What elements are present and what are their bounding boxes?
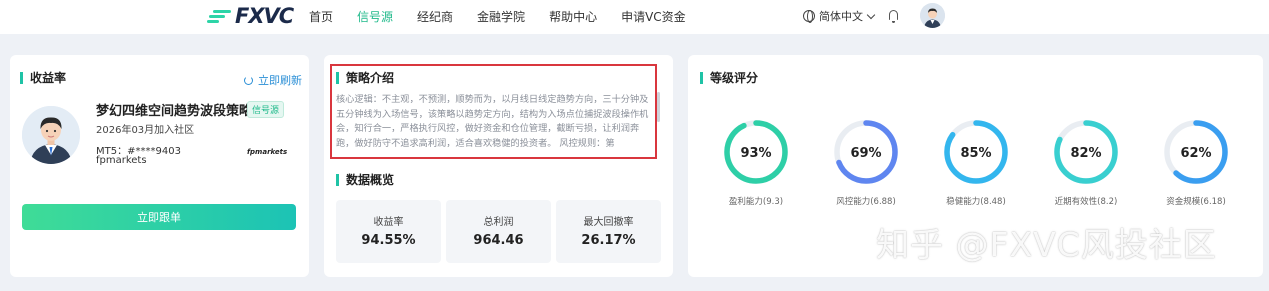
stat-value: 94.55% (361, 233, 416, 248)
ring-value: 82% (1070, 146, 1101, 161)
logo-mark-icon (207, 8, 233, 24)
join-date: 2026年03月加入社区 (96, 125, 195, 136)
broker-logo: fpmarkets (247, 148, 288, 156)
brand-name: FXVC (235, 4, 294, 28)
stat-max-drawdown: 最大回撤率 26.17% (556, 200, 661, 263)
bell-icon[interactable] (889, 10, 898, 23)
nav-item-help[interactable]: 帮助中心 (549, 8, 597, 25)
ring-label: 风控能力(6.88) (836, 197, 896, 207)
broker-name: fpmarkets (96, 155, 147, 166)
rating-ring: 69% (834, 120, 898, 184)
top-bar: FXVC 首页 信号源 经纪商 金融学院 帮助中心 申请VC资金 简体中文 (0, 0, 1269, 34)
language-selector[interactable]: 简体中文 (803, 8, 876, 24)
ring-value: 69% (850, 146, 881, 161)
stat-value: 964.46 (473, 233, 524, 248)
rating-ring: 82% (1054, 120, 1118, 184)
signal-badge: 信号源 (247, 101, 285, 118)
ring-value: 85% (960, 146, 991, 161)
strategy-avatar (22, 106, 80, 164)
globe-icon (803, 10, 815, 23)
rating-ring: 62% (1164, 120, 1228, 184)
stat-label: 最大回撤率 (583, 217, 634, 228)
rating-ring: 85% (944, 120, 1008, 184)
refresh-icon (244, 75, 253, 85)
watermark: 知乎 @FXVC风投社区 (876, 225, 1217, 264)
refresh-button[interactable]: 立即刷新 (244, 72, 302, 88)
follow-button[interactable]: 立即跟单 (22, 204, 296, 230)
ring-value: 62% (1180, 146, 1211, 161)
intro-text: 核心逻辑：不主观，不预测，顺势而为，以月线日线定趋势方向，三十分钟及五分钟线为入… (336, 94, 649, 149)
logo[interactable]: FXVC (207, 4, 294, 28)
chevron-down-icon (866, 10, 876, 19)
language-label: 简体中文 (819, 10, 863, 23)
overview-title: 数据概览 (336, 174, 394, 186)
stat-value: 26.17% (581, 233, 636, 248)
stat-return-rate: 收益率 94.55% (336, 200, 441, 263)
rating-title: 等级评分 (700, 72, 758, 84)
ring-value: 93% (740, 146, 771, 161)
rating-ring: 93% (724, 120, 788, 184)
ring-label: 稳健能力(8.48) (946, 197, 1006, 207)
main-nav: 首页 信号源 经纪商 金融学院 帮助中心 申请VC资金 (309, 0, 710, 32)
nav-item-apply-vc[interactable]: 申请VC资金 (621, 8, 686, 25)
stat-label: 总利润 (483, 217, 514, 228)
strategy-name: 梦幻四维空间趋势波段策略 (96, 104, 253, 119)
nav-item-academy[interactable]: 金融学院 (477, 8, 525, 25)
intro-scrollbar[interactable] (657, 92, 660, 122)
ring-label: 资金规模(6.18) (1166, 197, 1226, 207)
profile-card-title: 收益率 (20, 72, 66, 84)
stat-label: 收益率 (373, 217, 404, 228)
user-avatar[interactable] (920, 3, 945, 28)
nav-item-signals[interactable]: 信号源 (357, 8, 393, 25)
intro-title: 策略介绍 (336, 72, 394, 84)
nav-item-home[interactable]: 首页 (309, 8, 333, 25)
refresh-label: 立即刷新 (258, 74, 302, 87)
ring-label: 盈利能力(9.3) (728, 197, 784, 207)
stat-total-profit: 总利润 964.46 (446, 200, 551, 263)
nav-item-brokers[interactable]: 经纪商 (417, 8, 453, 25)
profile-card (10, 55, 309, 277)
ring-label: 近期有效性(8.2) (1054, 197, 1118, 207)
